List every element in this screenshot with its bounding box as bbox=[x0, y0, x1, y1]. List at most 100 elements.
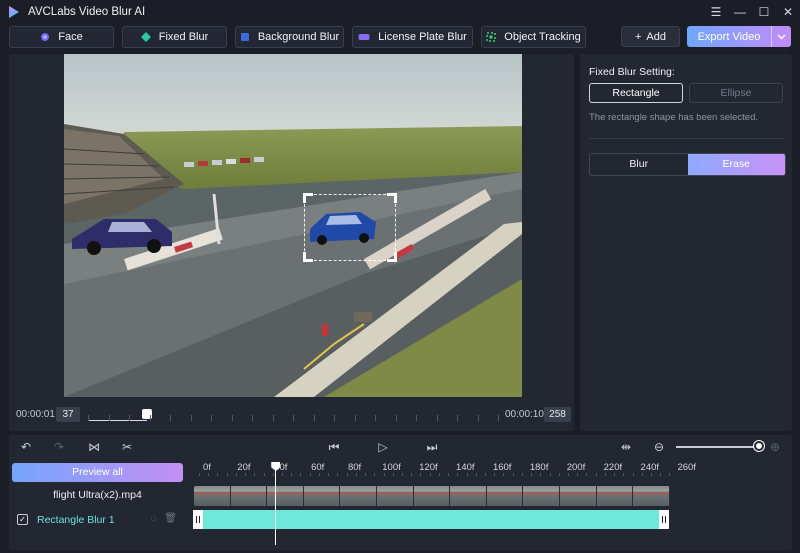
end-time: 00:00:10 bbox=[505, 409, 544, 420]
next-frame-icon[interactable]: ⏭ bbox=[425, 440, 439, 454]
shape-rectangle-button[interactable]: Rectangle bbox=[589, 83, 683, 103]
eye-hidden-icon[interactable]: ◌ bbox=[150, 513, 156, 524]
divider bbox=[589, 138, 785, 139]
plus-icon: + bbox=[634, 30, 642, 43]
filmstrip-frame bbox=[633, 486, 670, 506]
timeline-ruler[interactable]: 0f 20f 40f 60f 80f 100f 120f 140f 160f 180f 200f 22… bbox=[195, 462, 696, 476]
ruler-tick bbox=[549, 473, 551, 476]
ruler-label: 80f bbox=[347, 462, 362, 473]
ruler-tick bbox=[512, 473, 514, 476]
scrub-tick bbox=[149, 415, 151, 421]
menu-icon[interactable]: ☰ bbox=[710, 5, 722, 19]
resize-handle-bottom-right[interactable] bbox=[387, 252, 397, 262]
filmstrip-frame bbox=[560, 486, 597, 506]
file-name: flight Ultra(x2).mp4 bbox=[53, 489, 142, 501]
play-icon[interactable]: ▷ bbox=[376, 440, 390, 454]
ruler-tick bbox=[604, 473, 606, 476]
ruler-tick bbox=[272, 473, 274, 476]
ruler-tick bbox=[484, 473, 486, 476]
minimize-icon[interactable]: — bbox=[734, 5, 746, 19]
object-tracking-icon bbox=[486, 32, 497, 42]
scrub-tick bbox=[293, 415, 294, 421]
zoom-slider[interactable] bbox=[676, 446, 760, 448]
export-video-button[interactable]: Export Video bbox=[687, 26, 791, 47]
tab-face[interactable]: Face bbox=[9, 26, 114, 48]
track-row[interactable]: ✓ Rectangle Blur 1 ◌ 🗑 bbox=[12, 509, 183, 530]
export-dropdown-toggle[interactable] bbox=[771, 26, 791, 47]
ruler-tick bbox=[374, 473, 376, 476]
ruler-tick bbox=[568, 473, 569, 476]
ruler-tick bbox=[623, 473, 625, 476]
track-visibility-checkbox[interactable]: ✓ bbox=[17, 514, 28, 525]
scrub-tick bbox=[477, 415, 479, 421]
ruler-tick bbox=[355, 473, 357, 476]
ruler-label: 220f bbox=[603, 462, 623, 473]
shape-selected-note: The rectangle shape has been selected. bbox=[589, 112, 759, 123]
resize-handle-bottom-left[interactable] bbox=[303, 252, 313, 262]
ruler-tick bbox=[558, 473, 560, 476]
ruler-tick bbox=[540, 473, 542, 476]
zoom-slider-handle[interactable] bbox=[754, 441, 764, 451]
resize-handle-top-left[interactable] bbox=[303, 193, 313, 203]
window-controls: ☰ — ☐ ✕ bbox=[710, 0, 794, 24]
scrub-track[interactable] bbox=[88, 409, 499, 421]
previous-frame-icon[interactable]: ⏮ bbox=[327, 440, 341, 454]
fit-timeline-icon[interactable]: ⇹ bbox=[619, 440, 633, 454]
ruler-label: 20f bbox=[237, 462, 251, 473]
scrub-tick bbox=[88, 415, 89, 421]
resize-handle-top-right[interactable] bbox=[387, 193, 397, 203]
zoom-in-icon[interactable]: ⊕ bbox=[768, 440, 782, 454]
split-icon[interactable]: ⋈ bbox=[87, 440, 101, 454]
ruler-label: 180f bbox=[529, 462, 549, 473]
track-start-handle[interactable] bbox=[193, 510, 203, 529]
current-frame-field[interactable]: 37 bbox=[56, 407, 80, 422]
track-end-handle[interactable] bbox=[659, 510, 669, 529]
filmstrip-frame bbox=[450, 486, 487, 506]
scrub-tick bbox=[211, 415, 212, 421]
video-filmstrip[interactable] bbox=[194, 486, 670, 506]
scrub-tick bbox=[190, 415, 192, 421]
ruler-tick bbox=[503, 473, 505, 476]
add-button-label: Add bbox=[646, 30, 666, 43]
preview-all-button[interactable]: Preview all bbox=[12, 463, 183, 482]
ruler-tick bbox=[263, 473, 265, 476]
mode-tabs: Face Fixed Blur Background Blur License … bbox=[9, 26, 586, 48]
ruler-tick bbox=[199, 473, 200, 476]
filmstrip-frame bbox=[267, 486, 304, 506]
ruler-tick bbox=[595, 473, 597, 476]
background-blur-icon bbox=[240, 33, 249, 41]
tab-object-tracking-label: Object Tracking bbox=[504, 31, 581, 43]
scrub-tick bbox=[498, 415, 499, 421]
blur-mode-button[interactable]: Blur bbox=[590, 154, 688, 175]
tab-license-plate-blur[interactable]: License Plate Blur bbox=[352, 26, 473, 48]
scrub-tick bbox=[272, 415, 274, 421]
undo-icon[interactable]: ↶ bbox=[19, 440, 33, 454]
timeline-playhead[interactable] bbox=[271, 462, 281, 545]
end-frame-field[interactable]: 258 bbox=[544, 407, 571, 422]
blur-selection-box[interactable] bbox=[303, 193, 397, 262]
ruler-tick bbox=[282, 473, 284, 476]
ruler-tick bbox=[337, 473, 339, 476]
rectangle-blur-track[interactable] bbox=[193, 510, 669, 529]
trash-icon[interactable]: 🗑 bbox=[164, 513, 177, 524]
close-icon[interactable]: ✕ bbox=[782, 5, 794, 19]
redo-icon[interactable]: ↷ bbox=[52, 440, 66, 454]
tab-object-tracking[interactable]: Object Tracking bbox=[481, 26, 586, 48]
tab-fixed-blur[interactable]: Fixed Blur bbox=[122, 26, 227, 48]
cut-icon[interactable]: ✂ bbox=[120, 440, 134, 454]
tab-background-blur[interactable]: Background Blur bbox=[235, 26, 344, 48]
tab-face-label: Face bbox=[58, 31, 83, 43]
ruler-tick bbox=[392, 473, 394, 476]
preview-panel: 00:00:01 37 00:00:10 258 bbox=[9, 54, 574, 431]
video-frame[interactable] bbox=[64, 54, 522, 397]
playback-scrubber: 00:00:01 37 00:00:10 258 bbox=[9, 406, 574, 426]
maximize-icon[interactable]: ☐ bbox=[758, 5, 770, 19]
erase-mode-button[interactable]: Erase bbox=[687, 154, 785, 175]
add-button[interactable]: + Add bbox=[621, 26, 680, 47]
scrub-tick bbox=[108, 415, 110, 421]
zoom-out-icon[interactable]: ⊖ bbox=[652, 440, 666, 454]
filmstrip-frame bbox=[413, 486, 451, 506]
ruler-tick bbox=[254, 473, 256, 476]
ruler-tick bbox=[401, 473, 403, 476]
shape-ellipse-button[interactable]: Ellipse bbox=[689, 83, 783, 103]
